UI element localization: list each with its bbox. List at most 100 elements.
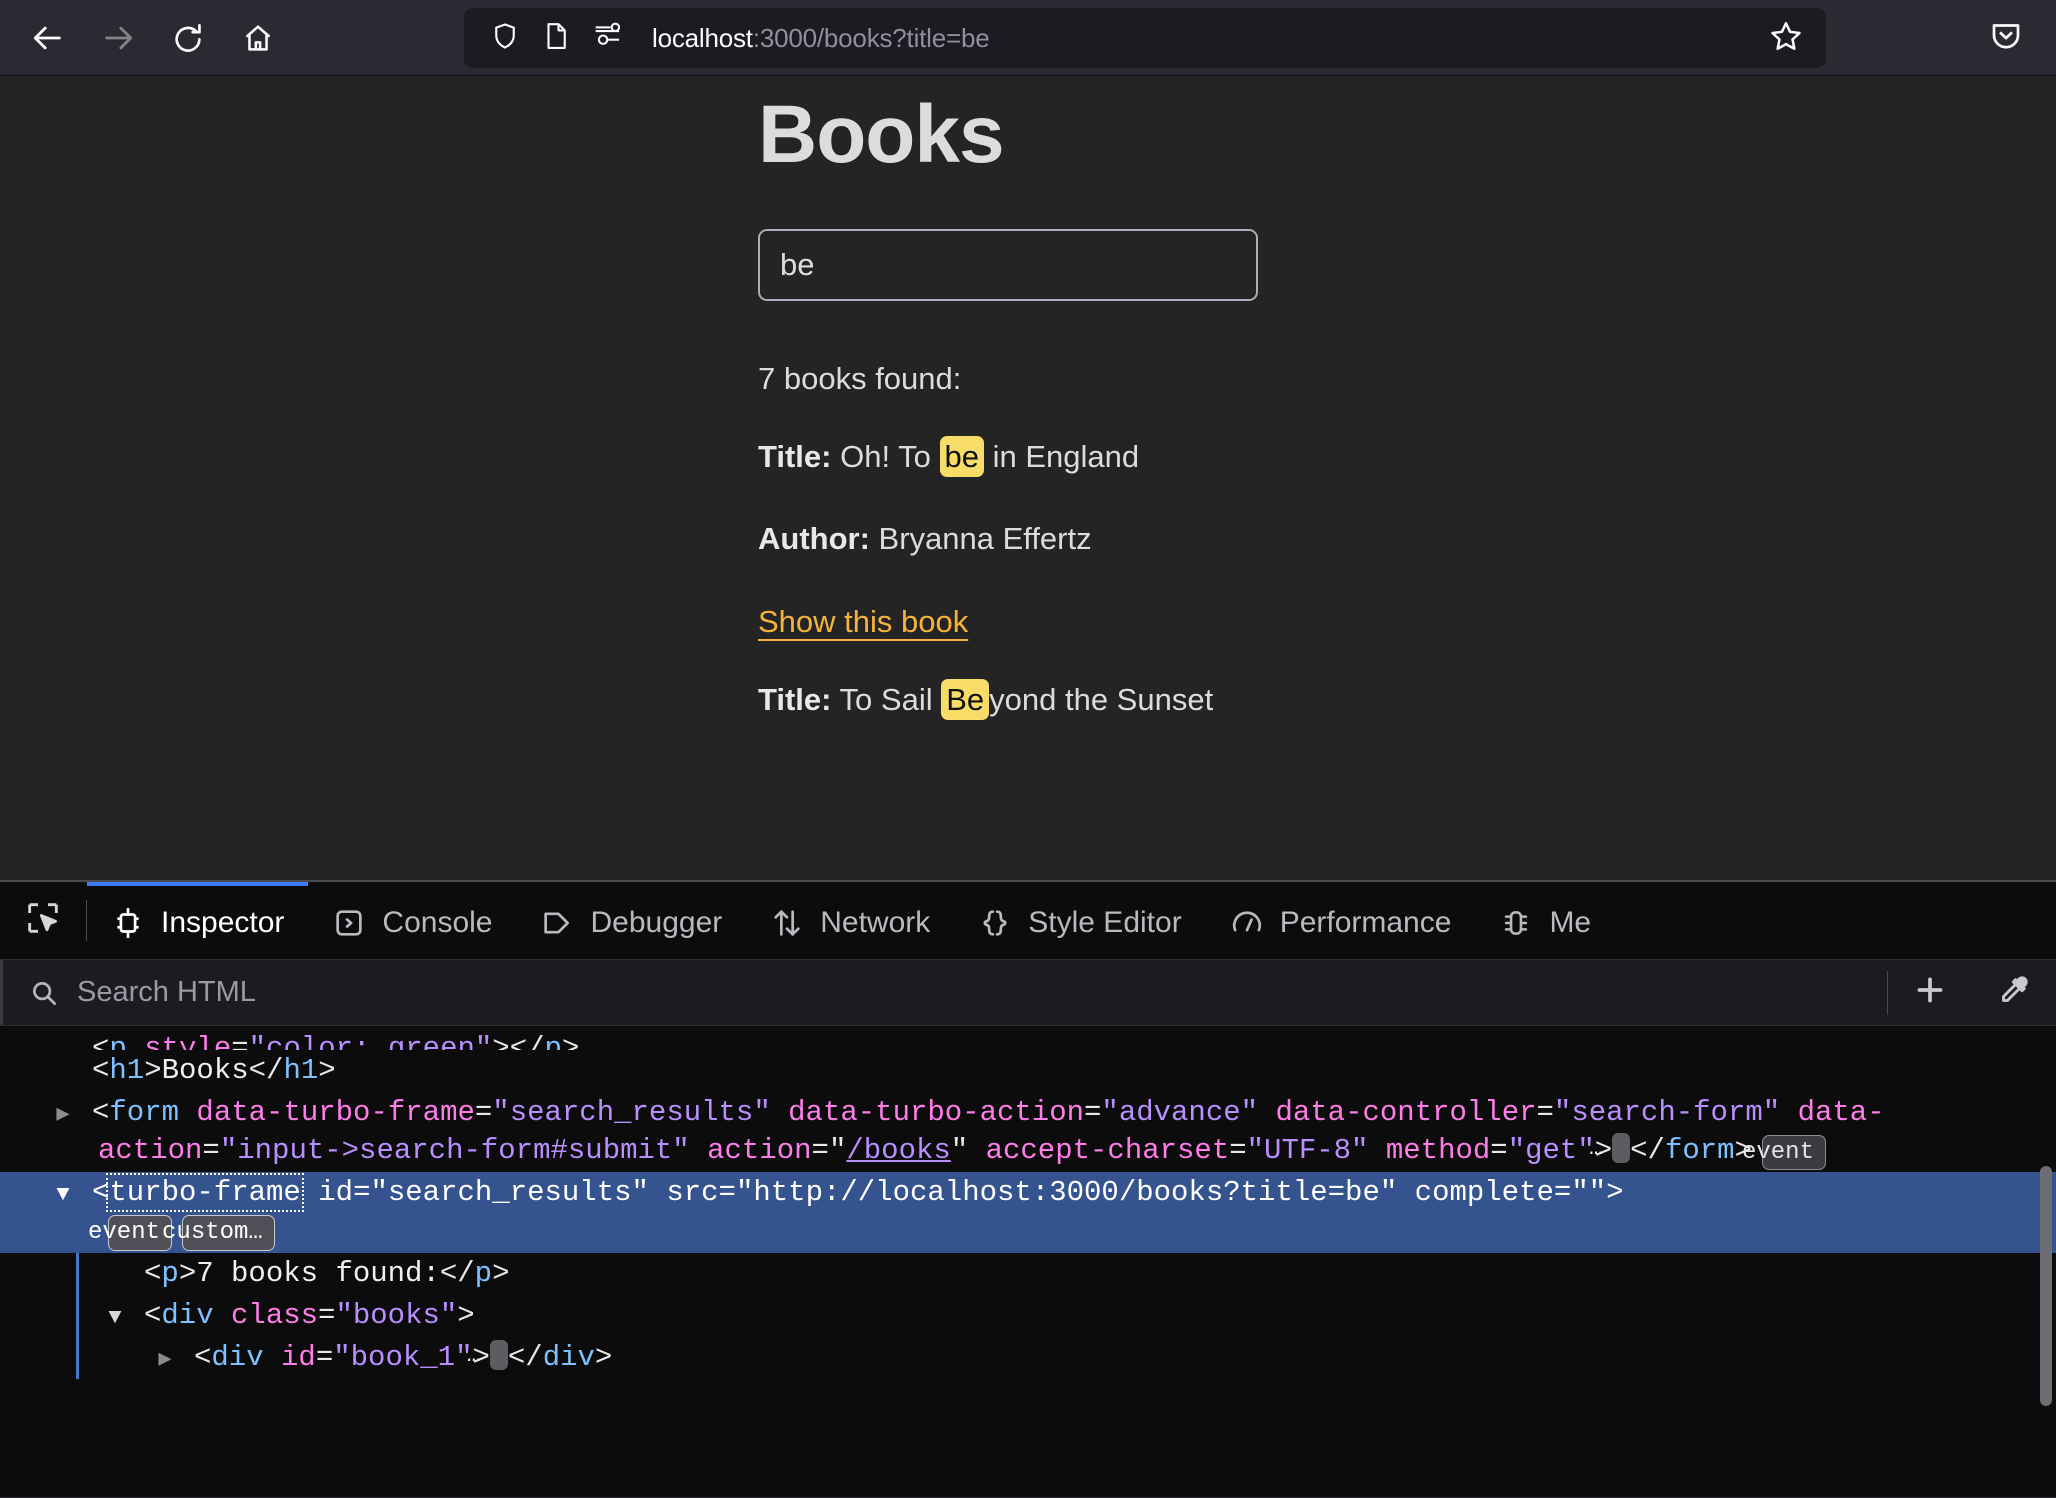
tag-name: form	[109, 1095, 180, 1129]
attribute-value: "search_results"	[370, 1176, 649, 1210]
performance-icon	[1230, 906, 1264, 940]
title-highlight: be	[939, 435, 984, 477]
home-button[interactable]	[232, 12, 284, 64]
twisty-closed[interactable]: ▶	[158, 1346, 194, 1375]
reload-button[interactable]	[162, 12, 214, 64]
plus-icon	[1913, 973, 1947, 1012]
title-text-pre: Oh! To	[831, 438, 940, 474]
bookmark-star-button[interactable]	[1764, 16, 1808, 60]
markup-text: <	[92, 1032, 110, 1050]
collapsed-children-badge[interactable]: …	[467, 1339, 508, 1370]
title-label: Title:	[758, 438, 832, 474]
markup-text: =	[1553, 1176, 1572, 1210]
markup-text: </	[1630, 1133, 1665, 1167]
twisty-open[interactable]: ▼	[108, 1304, 144, 1333]
book-title-line: Title: Oh! To be in England	[758, 435, 2056, 480]
markup-node-row[interactable]: ▶<div id="book_1">…</div>	[0, 1336, 2056, 1379]
twisty-open[interactable]: ▼	[56, 1181, 92, 1210]
title-highlight: Be	[941, 679, 990, 721]
shield-icon[interactable]	[490, 21, 520, 56]
markup-text: =	[1229, 1133, 1247, 1167]
tag-name: h1	[283, 1054, 319, 1087]
attribute-name: complete	[1397, 1176, 1554, 1210]
attribute-name: accept-charset	[968, 1133, 1230, 1167]
markup-node-row[interactable]: <p>7 books found:</p>	[0, 1252, 2056, 1295]
tab-style-editor[interactable]: Style Editor	[954, 882, 1205, 959]
search-html-input[interactable]	[77, 976, 1887, 1009]
search-icon	[29, 978, 59, 1008]
forward-arrow-icon	[101, 21, 135, 55]
attribute-value: "input->search-form#submit"	[219, 1133, 690, 1167]
markup-node-row[interactable]: ▼ <div class="books">	[0, 1294, 2056, 1337]
twisty-none	[66, 1037, 92, 1050]
twisty-none	[66, 1059, 92, 1088]
search-row-accent	[0, 960, 3, 1025]
tab-inspector[interactable]: Inspector	[87, 882, 309, 959]
tab-debugger[interactable]: Debugger	[516, 882, 746, 959]
tab-console[interactable]: Console	[308, 882, 516, 959]
collapsed-children-badge[interactable]: …	[1589, 1132, 1631, 1163]
markup-text: >	[178, 1256, 197, 1290]
attribute-name: data-turbo-frame	[179, 1095, 475, 1129]
reload-arrow-icon	[172, 22, 204, 54]
memory-icon	[1499, 906, 1533, 940]
node-badge[interactable]: custom…	[162, 1215, 275, 1251]
tab-performance[interactable]: Performance	[1206, 882, 1476, 959]
attribute-value: "color: green"	[248, 1032, 493, 1050]
markup-text: </	[509, 1032, 545, 1050]
tab-memory[interactable]: Me	[1475, 882, 1615, 959]
tag-name: div	[161, 1298, 214, 1332]
eyedropper-button[interactable]	[1972, 960, 2056, 1025]
markup-text: <	[194, 1340, 212, 1374]
markup-text: =	[231, 1032, 249, 1050]
tag-name: p	[109, 1032, 127, 1050]
markup-node-row[interactable]: <p style="color: green"></p>	[0, 1028, 2056, 1050]
markup-text: </	[507, 1340, 543, 1374]
title-search-input[interactable]	[758, 228, 1258, 301]
address-bar[interactable]: localhost:3000/books?title=be	[464, 8, 1826, 68]
element-picker-button[interactable]	[0, 882, 86, 959]
tag-name: h1	[109, 1054, 145, 1087]
url-text[interactable]: localhost:3000/books?title=be	[652, 23, 1764, 54]
add-node-button[interactable]	[1888, 960, 1972, 1025]
tag-name-editable[interactable]: turbo-frame	[106, 1173, 304, 1213]
attribute-value: "search_results"	[492, 1095, 771, 1129]
author-name: Bryanna Effertz	[869, 521, 1092, 557]
page-title: Books	[758, 89, 1005, 180]
attribute-value: "UTF-8"	[1246, 1133, 1369, 1167]
twisty-closed[interactable]: ▶	[56, 1101, 92, 1130]
attribute-value: "search-form"	[1553, 1095, 1781, 1129]
tracking-protection-icon[interactable]	[592, 21, 624, 56]
page-document-icon[interactable]	[542, 21, 570, 56]
attribute-name: id	[300, 1176, 354, 1210]
results-count: 7 books found:	[758, 360, 962, 396]
devtools-panel: Inspector Console Debugger Network Style	[0, 880, 2056, 1497]
markup-scrollbar[interactable]	[2040, 1166, 2052, 1406]
attribute-value-link[interactable]: /books	[846, 1134, 950, 1167]
markup-text: "	[950, 1133, 969, 1167]
pocket-button[interactable]	[1982, 14, 2030, 62]
attribute-value: ""	[1571, 1176, 1607, 1210]
markup-node-row[interactable]: ▼ <turbo-frame id="search_results" src="h…	[0, 1172, 2056, 1253]
node-badge[interactable]: event	[1742, 1134, 1826, 1171]
console-icon	[332, 906, 366, 940]
forward-button[interactable]	[92, 12, 144, 64]
markup-tree-view[interactable]: <p style="color: green"></p> <h1>Books</…	[0, 1026, 2056, 1497]
markup-text: Books	[161, 1054, 249, 1087]
attribute-value: "advance"	[1101, 1095, 1259, 1129]
back-button[interactable]	[22, 12, 74, 64]
markup-text: "	[828, 1133, 847, 1167]
page-viewport: Books 7 books found: Title: Oh! To be in…	[0, 75, 2056, 880]
tag-name: p	[474, 1256, 493, 1290]
markup-node-row[interactable]: ▶ <form data-turbo-frame="search_results"…	[0, 1092, 2056, 1172]
url-bar-icons	[490, 21, 624, 56]
markup-node-row[interactable]: <h1>Books</h1>	[0, 1050, 2056, 1092]
show-this-book-link[interactable]: Show this book	[758, 604, 968, 640]
network-icon	[770, 906, 804, 940]
book-author-line: Author: Bryanna Effertz	[758, 517, 2056, 562]
back-arrow-icon	[31, 21, 65, 55]
title-text-post: in England	[983, 438, 1140, 474]
tab-network[interactable]: Network	[746, 882, 954, 959]
tag-name: p	[161, 1256, 179, 1290]
markup-text: =	[318, 1298, 336, 1332]
